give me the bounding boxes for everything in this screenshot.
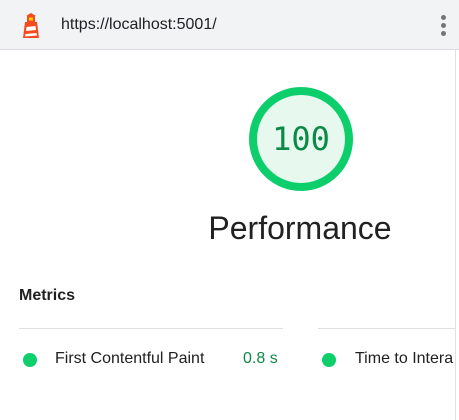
metrics-divider-right [318, 328, 459, 329]
performance-score: 100 [272, 120, 330, 158]
category-title: Performance [208, 210, 392, 246]
page-url: https://localhost:5001/ [61, 16, 217, 33]
metrics-heading: Metrics [19, 287, 76, 304]
vertical-dots-menu-icon[interactable] [434, 12, 454, 40]
metric-value-first-contentful-paint: 0.8 s [243, 350, 278, 367]
scrollbar-edge [455, 50, 459, 420]
metric-label-time-to-interactive: Time to Intera [355, 350, 454, 367]
report-topbar: https://localhost:5001/ [0, 0, 459, 50]
lighthouse-icon[interactable] [19, 13, 43, 39]
pass-circle-icon [322, 353, 336, 367]
pass-circle-icon [23, 353, 37, 367]
metrics-divider-left [19, 328, 283, 329]
metric-label-first-contentful-paint: First Contentful Paint [55, 350, 205, 367]
